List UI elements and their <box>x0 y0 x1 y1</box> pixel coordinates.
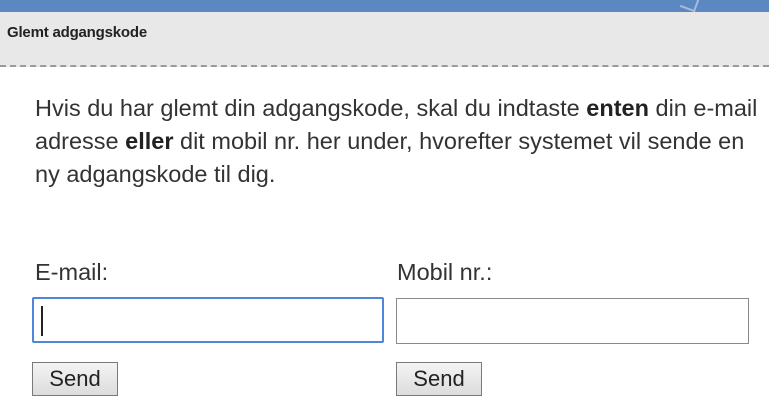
mobile-label: Mobil nr.: <box>397 259 493 285</box>
instructions-part-1: Hvis du har glemt din adgangskode, skal … <box>35 95 587 121</box>
text-caret <box>41 306 43 336</box>
email-send-button[interactable]: Send <box>32 362 118 396</box>
top-banner <box>0 0 769 13</box>
email-field[interactable] <box>32 297 384 343</box>
instructions-text: Hvis du har glemt din adgangskode, skal … <box>35 92 765 191</box>
mobile-field[interactable] <box>396 298 749 344</box>
mobile-send-button[interactable]: Send <box>396 362 482 396</box>
instructions-bold-either: enten <box>586 95 649 121</box>
page-title: Glemt adgangskode <box>7 24 147 41</box>
instructions-bold-or: eller <box>125 128 174 154</box>
banner-decoration-icon <box>679 0 701 13</box>
email-label: E-mail: <box>35 259 109 285</box>
